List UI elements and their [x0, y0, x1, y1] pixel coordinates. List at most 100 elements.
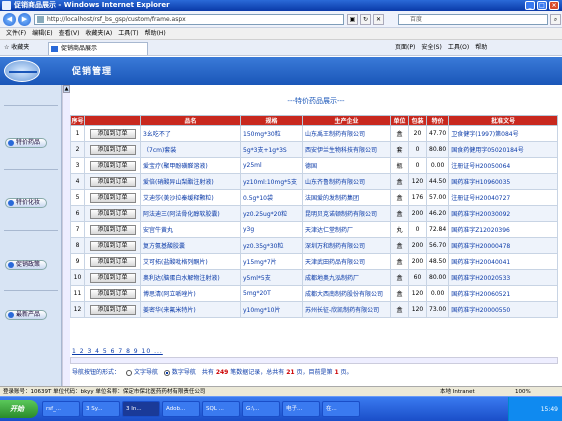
add-to-order-button[interactable]: 添加到订单	[89, 256, 136, 267]
close-button[interactable]: ×	[549, 1, 559, 10]
add-to-order-button[interactable]: 添加到订单	[89, 240, 136, 251]
url-text: http://localhost/rsf_bs_gsp/custom/frame…	[47, 16, 186, 23]
row-no: 8	[70, 237, 85, 254]
table-row: 2 添加到订单 （7cm)套装 5g*3支+1g*3S 西安伊兰生物科技有限公司套 0 80…	[70, 141, 558, 158]
row-pack: 0	[408, 141, 427, 158]
safety-menu[interactable]: 安全(S)	[421, 40, 442, 56]
row-price: 48.50	[425, 253, 450, 270]
row-pack: 20	[408, 125, 427, 142]
row-maker: 成都地奥九泓制药厂	[302, 269, 391, 286]
taskbar-item[interactable]: Adob...	[162, 401, 200, 417]
add-to-order-button[interactable]: 添加到订单	[89, 304, 136, 315]
add-to-order-button[interactable]: 添加到订单	[89, 208, 136, 219]
search-input[interactable]: 百度	[398, 14, 548, 25]
row-maker: 山东禹王制药有限公司	[302, 125, 391, 142]
table-row: 4 添加到订单 爱倍(硝酸异山梨酯注射液) yz10ml:10mg*5支 山东齐鲁制药有…	[70, 173, 558, 190]
row-unit: 盒	[390, 205, 409, 222]
col-approval: 批准文号	[448, 115, 558, 126]
row-price: 57.00	[425, 189, 450, 206]
row-price: 47.70	[425, 125, 450, 142]
row-unit: 盒	[390, 125, 409, 142]
row-no: 12	[70, 301, 85, 318]
row-maker: 苏州长征-欣凯制药有限公司	[302, 301, 391, 318]
table-row: 11 添加到订单 博思清(阿立哌唑片) 5mg*20T 成都大西南制药股份有限公司盒 12…	[70, 285, 558, 302]
row-pack: 120	[408, 173, 427, 190]
sidebar: 特价药品 特价化妆 促销政策 最新产品	[0, 85, 62, 386]
row-spec: y15mg*7片	[240, 253, 303, 270]
main-content: ---特价药品展示--- 序号 品名 规格 生产企业 单位 包装 特价 批准文号…	[70, 85, 562, 386]
add-to-order-button[interactable]: 添加到订单	[89, 160, 136, 171]
taskbar-item[interactable]: rsf_...	[42, 401, 80, 417]
number-nav-option[interactable]: 数字导航	[163, 367, 196, 376]
menu-view[interactable]: 查看(V)	[59, 28, 80, 39]
menu-file[interactable]: 文件(F)	[6, 28, 26, 39]
app-header: 促销管理	[0, 57, 562, 85]
stop-icon[interactable]: ✕	[373, 14, 384, 25]
compat-icon[interactable]: ▣	[347, 14, 358, 25]
tools-menu[interactable]: 工具(O)	[448, 40, 469, 56]
page-menu[interactable]: 页面(P)	[395, 40, 415, 56]
minimize-button[interactable]: _	[525, 1, 535, 10]
horizontal-scrollbar[interactable]	[70, 357, 558, 364]
taskbar-item[interactable]: 3 In...	[122, 401, 160, 417]
current-page: 1	[334, 369, 339, 376]
status-bar: 登录账号：10639T 单位代码：bkyy 单位名称：保定市保北医药药材有限责任…	[0, 386, 562, 396]
tab-label: 促销商品展示	[61, 45, 98, 52]
frame-scrollbar[interactable]: ▲	[62, 85, 70, 386]
search-icon[interactable]: ⌕	[550, 14, 561, 25]
row-unit: 盒	[390, 189, 409, 206]
menu-edit[interactable]: 编辑(E)	[32, 28, 52, 39]
menu-tools[interactable]: 工具(T)	[118, 28, 138, 39]
bullet-icon	[8, 312, 14, 318]
page-icon	[37, 16, 44, 23]
table-row: 12 添加到订单 姜密华(来氟米特片) y10mg*10片 苏州长征-欣凯制药有限公司盒…	[70, 301, 558, 318]
row-name: （7cm)套装	[140, 141, 241, 158]
row-pack: 120	[408, 285, 427, 302]
taskbar-item[interactable]: 在...	[322, 401, 360, 417]
row-spec: yz0.35g*30粒	[240, 237, 303, 254]
add-to-order-button[interactable]: 添加到订单	[89, 192, 136, 203]
row-maker: 深圳万和制药有限公司	[302, 237, 391, 254]
row-price: 72.84	[425, 221, 450, 238]
browser-tab[interactable]: 促销商品展示	[48, 42, 148, 55]
table-row: 9 添加到订单 艾可拓(盐酸吡格列酮片) y15mg*7片 天津武田药品有限公司盒 200…	[70, 253, 558, 270]
add-to-order-button[interactable]: 添加到订单	[89, 224, 136, 235]
row-approval: 注册证号H20050064	[448, 157, 558, 174]
taskbar-item[interactable]: 3 Sy...	[82, 401, 120, 417]
row-pack: 0	[408, 157, 427, 174]
favorites-bar: ☆ 收藏夹 促销商品展示 页面(P) 安全(S) 工具(O) 帮助	[0, 40, 562, 56]
menu-help[interactable]: 帮助(H)	[145, 28, 166, 39]
taskbar-item[interactable]: G:\...	[242, 401, 280, 417]
taskbar-item[interactable]: SQL ...	[202, 401, 240, 417]
row-unit: 盒	[390, 269, 409, 286]
maximize-button[interactable]: □	[537, 1, 547, 10]
nav-mode-label: 导航按钮的形式：	[72, 369, 121, 376]
text-nav-option[interactable]: 文字导航	[126, 367, 158, 376]
taskbar-item[interactable]: 电子...	[282, 401, 320, 417]
sidebar-item-policy[interactable]: 促销政策	[5, 260, 47, 270]
add-to-order-button[interactable]: 添加到订单	[89, 288, 136, 299]
sidebar-item-drugs[interactable]: 特价药品	[5, 138, 47, 148]
back-icon[interactable]: ◀	[3, 13, 16, 26]
scroll-up-icon[interactable]: ▲	[63, 85, 70, 93]
row-pack: 200	[408, 237, 427, 254]
add-to-order-button[interactable]: 添加到订单	[89, 144, 136, 155]
start-button[interactable]: 开始	[0, 400, 38, 418]
row-pack: 200	[408, 205, 427, 222]
bullet-icon	[8, 200, 14, 206]
help-menu[interactable]: 帮助	[475, 40, 487, 56]
add-to-order-button[interactable]: 添加到订单	[89, 176, 136, 187]
row-spec: y25ml	[240, 157, 303, 174]
sidebar-item-cosmetics[interactable]: 特价化妆	[5, 198, 47, 208]
sidebar-item-new[interactable]: 最新产品	[5, 310, 47, 320]
add-to-order-button[interactable]: 添加到订单	[89, 128, 136, 139]
favorites-button[interactable]: ☆ 收藏夹	[4, 40, 29, 56]
refresh-icon[interactable]: ↻	[360, 14, 371, 25]
row-pack: 60	[408, 269, 427, 286]
url-input[interactable]: http://localhost/rsf_bs_gsp/custom/frame…	[34, 14, 344, 25]
menu-favorites[interactable]: 收藏夹(A)	[85, 28, 112, 39]
forward-icon[interactable]: ▶	[18, 13, 31, 26]
pager[interactable]: 1 2 3 4 5 6 7 8 9 10 ...	[72, 348, 163, 355]
row-maker: 昆明贝克诺顿制药有限公司	[302, 205, 391, 222]
add-to-order-button[interactable]: 添加到订单	[89, 272, 136, 283]
